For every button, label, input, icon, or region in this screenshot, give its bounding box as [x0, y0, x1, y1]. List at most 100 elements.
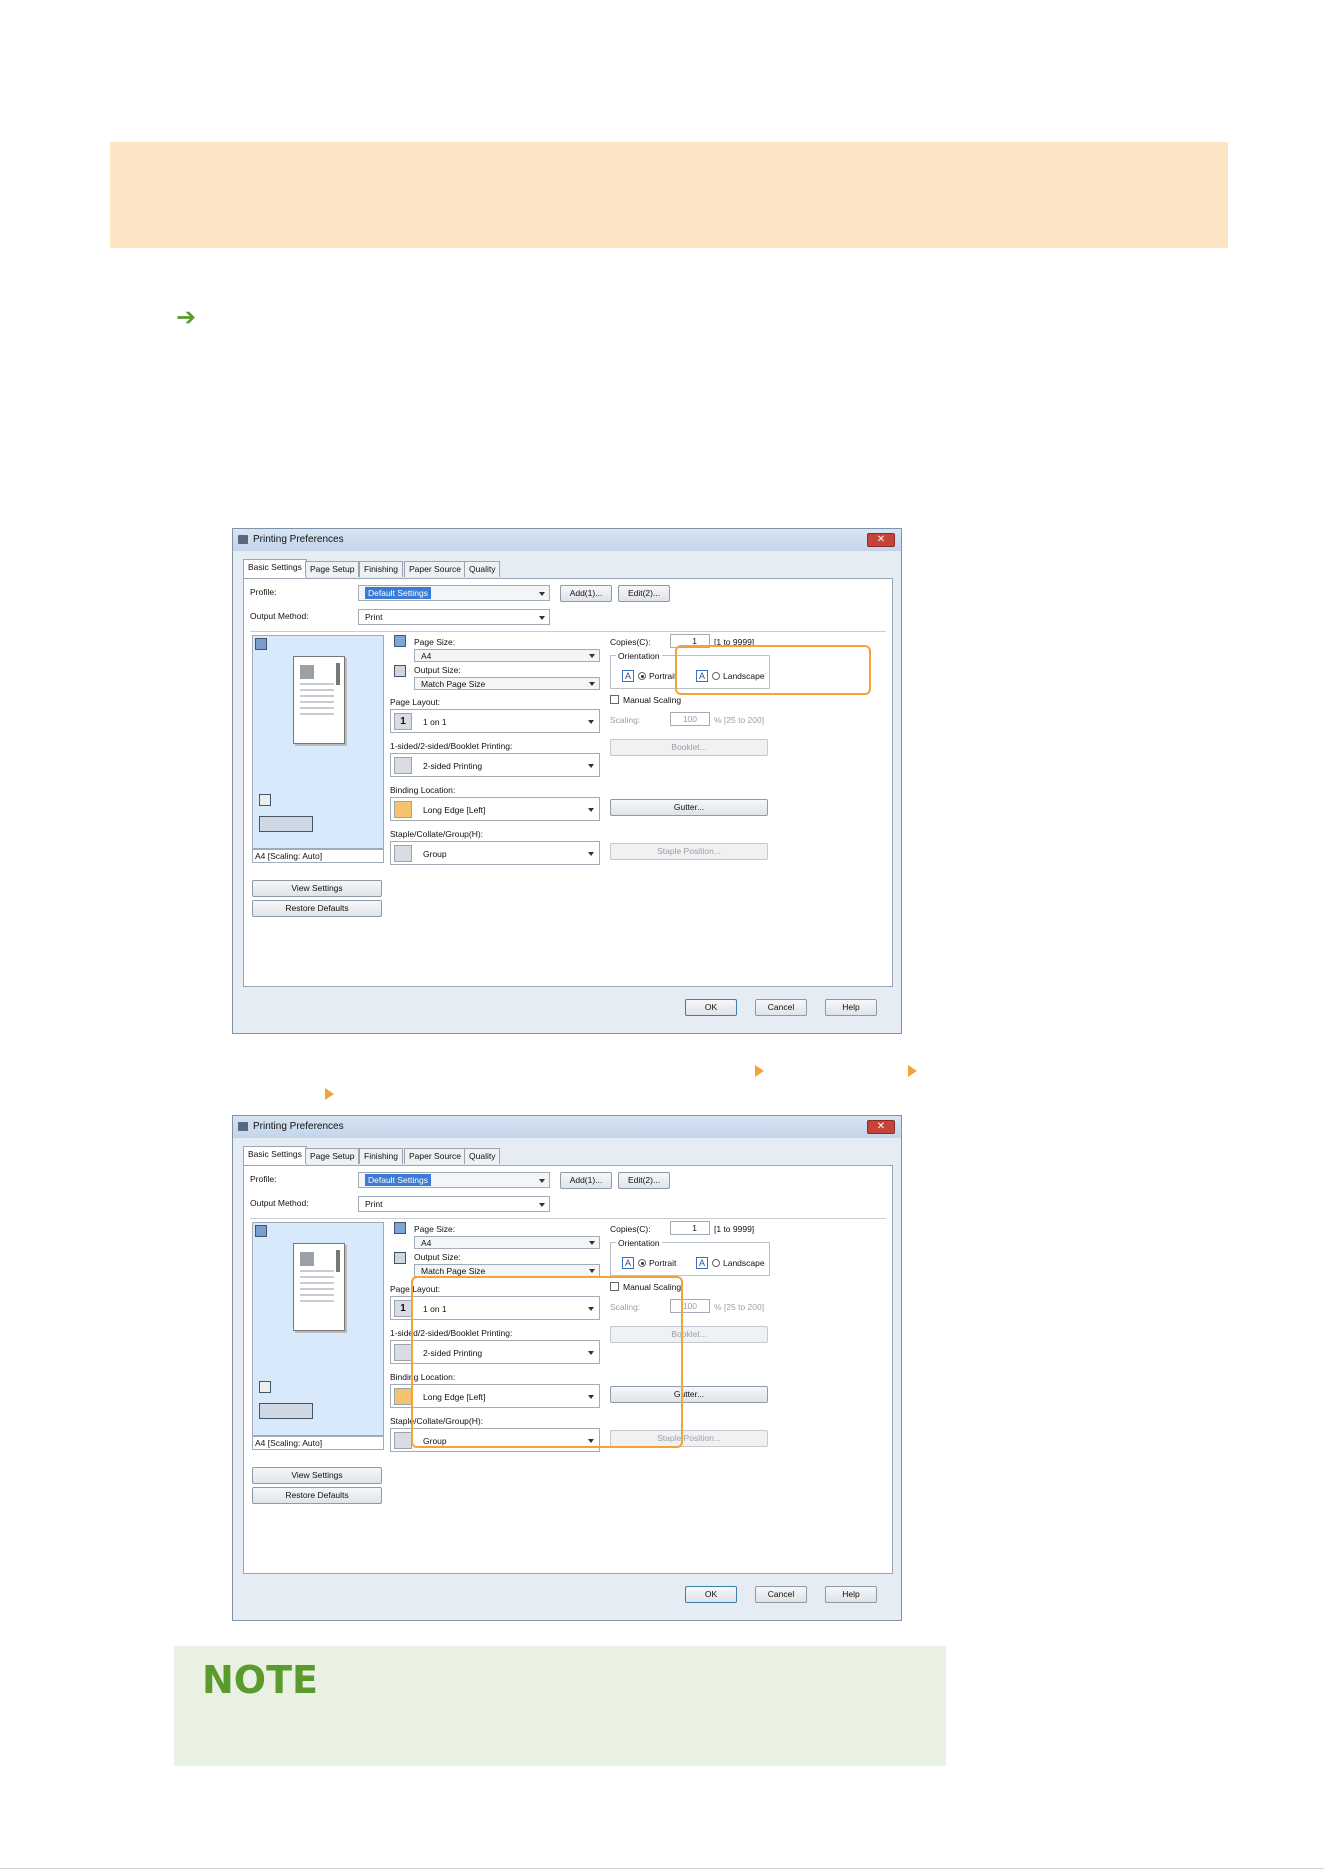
close-button[interactable]: ✕ [867, 1120, 895, 1134]
dialog-title: Printing Preferences [253, 1121, 344, 1132]
page-preview [252, 1222, 384, 1436]
output-size-label: Output Size: [414, 665, 461, 675]
section-banner [110, 142, 1228, 248]
printing-preferences-dialog: Printing Preferences ✕ Basic Settings Pa… [232, 1115, 902, 1621]
two-sided-icon [394, 757, 412, 774]
scaling-input[interactable]: 100 [670, 712, 710, 726]
landscape-icon: A [696, 1257, 708, 1269]
edit-button[interactable]: Edit(2)... [618, 1172, 670, 1189]
gutter-button[interactable]: Gutter... [610, 799, 768, 816]
output-size-icon [394, 1252, 406, 1264]
tab-basic-settings[interactable]: Basic Settings [243, 1146, 307, 1165]
booklet-button[interactable]: Booklet... [610, 739, 768, 756]
cancel-button[interactable]: Cancel [755, 999, 807, 1016]
ok-button[interactable]: OK [685, 999, 737, 1016]
cancel-button[interactable]: Cancel [755, 1586, 807, 1603]
close-button[interactable]: ✕ [867, 533, 895, 547]
document-preview-icon [293, 656, 345, 744]
tab-page-setup[interactable]: Page Setup [305, 1148, 360, 1164]
page-size-value: A4 [421, 651, 432, 661]
portrait-radio[interactable] [638, 1259, 646, 1267]
footer-divider [0, 1868, 1324, 1869]
step-arrow-icon [755, 1065, 764, 1077]
edit-button[interactable]: Edit(2)... [618, 585, 670, 602]
sided-printing-select[interactable]: 2-sided Printing [390, 753, 600, 777]
landscape-label: Landscape [723, 1258, 765, 1268]
chevron-down-icon [539, 1179, 545, 1183]
output-method-label: Output Method: [250, 1198, 309, 1208]
tab-finishing[interactable]: Finishing [359, 561, 404, 577]
copies-label: Copies(C): [610, 1224, 651, 1234]
binding-icon [394, 1388, 412, 1405]
restore-defaults-button[interactable]: Restore Defaults [252, 900, 382, 917]
chevron-down-icon [588, 852, 594, 856]
tab-page-setup[interactable]: Page Setup [305, 561, 360, 577]
page-size-value: A4 [421, 1238, 432, 1248]
preview-mode-icon[interactable] [255, 638, 267, 650]
landscape-radio[interactable] [712, 1259, 720, 1267]
binding-location-select[interactable]: Long Edge [Left] [390, 797, 600, 821]
staple-label: Staple/Collate/Group(H): [390, 829, 484, 839]
view-settings-button[interactable]: View Settings [252, 1467, 382, 1484]
output-size-select[interactable]: Match Page Size [414, 677, 600, 690]
chevron-down-icon [588, 764, 594, 768]
scaling-range: % [25 to 200] [714, 715, 765, 725]
tab-quality[interactable]: Quality [464, 561, 501, 577]
portrait-icon: A [622, 670, 634, 682]
output-size-label: Output Size: [414, 1252, 461, 1262]
chevron-down-icon [589, 654, 595, 658]
scaling-range: % [25 to 200] [714, 1302, 765, 1312]
portrait-radio[interactable] [638, 672, 646, 680]
profile-select[interactable]: Default Settings [358, 1172, 550, 1188]
copies-stack-icon [259, 1381, 271, 1393]
tab-paper-source[interactable]: Paper Source [404, 561, 466, 577]
staple-select[interactable]: Group [390, 841, 600, 865]
page-size-select[interactable]: A4 [414, 1236, 600, 1249]
help-button[interactable]: Help [825, 1586, 877, 1603]
tab-quality[interactable]: Quality [464, 1148, 501, 1164]
group-icon [394, 845, 412, 862]
ok-button[interactable]: OK [685, 1586, 737, 1603]
output-method-value: Print [365, 1199, 383, 1209]
help-button[interactable]: Help [825, 999, 877, 1016]
printer-icon [238, 535, 248, 544]
copies-input[interactable]: 1 [670, 1221, 710, 1235]
staple-position-button[interactable]: Staple Position... [610, 843, 768, 860]
manual-scaling-label: Manual Scaling [623, 695, 682, 705]
finishing-icons [259, 816, 313, 832]
add-button[interactable]: Add(1)... [560, 1172, 612, 1189]
chevron-down-icon [589, 682, 595, 686]
tab-basic-settings[interactable]: Basic Settings [243, 559, 307, 578]
manual-scaling-checkbox[interactable] [610, 695, 619, 704]
page-preview [252, 635, 384, 849]
page-size-label: Page Size: [414, 637, 456, 647]
tab-finishing[interactable]: Finishing [359, 1148, 404, 1164]
dialog-titlebar: Printing Preferences ✕ [233, 1116, 901, 1138]
chevron-down-icon [539, 1203, 545, 1207]
copies-label: Copies(C): [610, 637, 651, 647]
divider [250, 1218, 886, 1219]
divider [250, 631, 886, 632]
output-method-select[interactable]: Print [358, 609, 550, 625]
chevron-down-icon [588, 720, 594, 724]
restore-defaults-button[interactable]: Restore Defaults [252, 1487, 382, 1504]
output-size-value: Match Page Size [421, 1266, 486, 1276]
finishing-icons [259, 1403, 313, 1419]
chevron-down-icon [539, 616, 545, 620]
output-method-label: Output Method: [250, 611, 309, 621]
orientation-label: Orientation [616, 651, 662, 661]
preview-mode-icon[interactable] [255, 1225, 267, 1237]
profile-select[interactable]: Default Settings [358, 585, 550, 601]
chevron-down-icon [589, 1269, 595, 1273]
group-icon [394, 1432, 412, 1449]
tab-paper-source[interactable]: Paper Source [404, 1148, 466, 1164]
add-button[interactable]: Add(1)... [560, 585, 612, 602]
page-layout-select[interactable]: 1 1 on 1 [390, 709, 600, 733]
arrow-right-icon: ➔ [176, 304, 197, 331]
printing-preferences-dialog: Printing Preferences ✕ Basic Settings Pa… [232, 528, 902, 1034]
two-sided-icon [394, 1344, 412, 1361]
page-layout-label: Page Layout: [390, 697, 441, 707]
page-size-select[interactable]: A4 [414, 649, 600, 662]
output-method-select[interactable]: Print [358, 1196, 550, 1212]
view-settings-button[interactable]: View Settings [252, 880, 382, 897]
